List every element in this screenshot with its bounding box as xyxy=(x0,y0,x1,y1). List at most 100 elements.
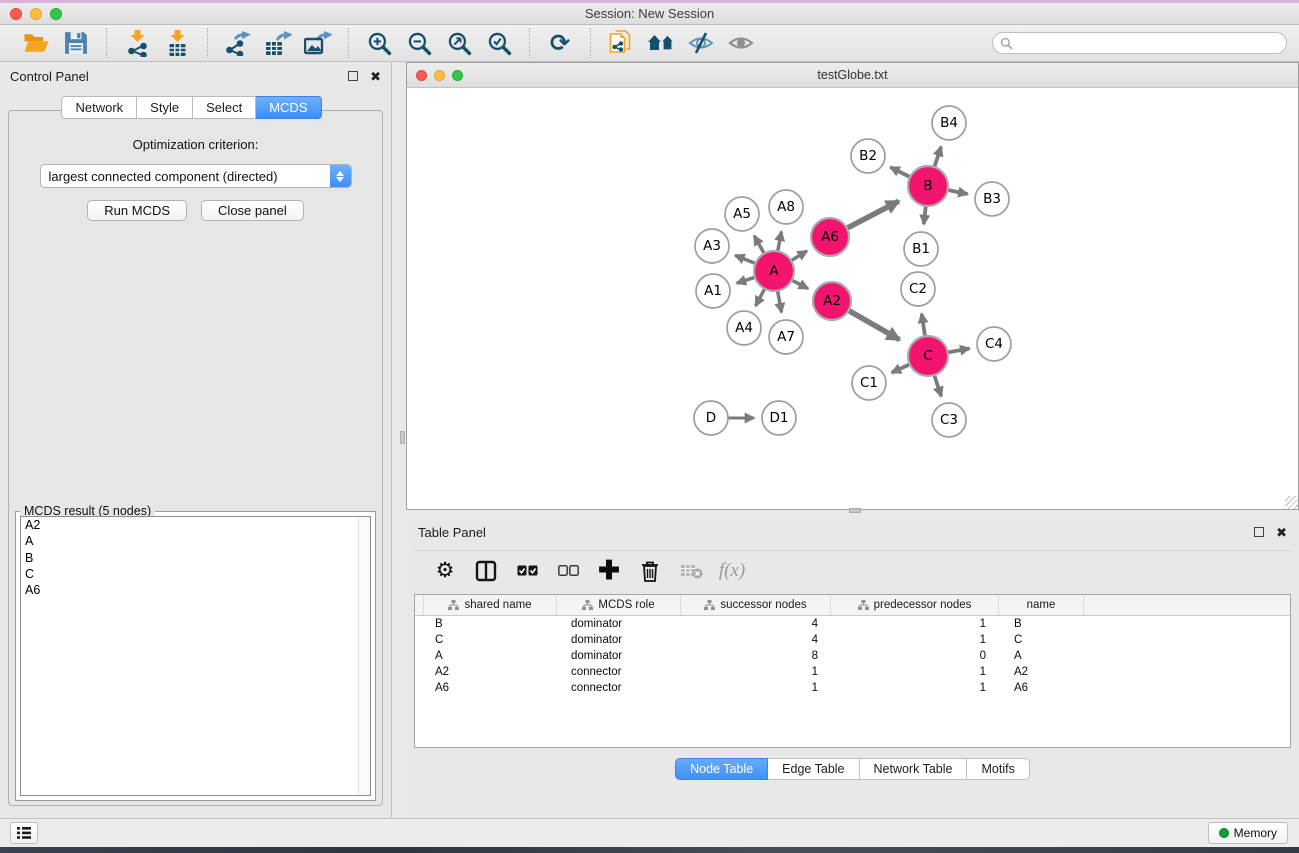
zoom-selected-icon[interactable] xyxy=(479,28,519,58)
edge-C-C2[interactable] xyxy=(922,314,926,337)
column-header-name[interactable]: name xyxy=(999,595,1084,615)
node-C1[interactable]: C1 xyxy=(852,366,886,400)
edge-C-C3[interactable] xyxy=(934,374,941,396)
node-D[interactable]: D xyxy=(694,401,728,435)
node-D1[interactable]: D1 xyxy=(762,401,796,435)
result-scrollbar[interactable] xyxy=(358,517,370,795)
mcds-result-list[interactable]: A2ABCA6 xyxy=(20,516,371,796)
column-header-MCDS-role[interactable]: MCDS role xyxy=(557,595,681,615)
mcds-result-item[interactable]: A xyxy=(21,533,370,549)
node-B3[interactable]: B3 xyxy=(975,182,1009,216)
search-input[interactable] xyxy=(1017,36,1286,50)
node-B4[interactable]: B4 xyxy=(932,106,966,140)
mcds-result-item[interactable]: B xyxy=(21,550,370,566)
tab-motifs[interactable]: Motifs xyxy=(967,758,1029,780)
zoom-fit-icon[interactable] xyxy=(439,28,479,58)
column-header-successor-nodes[interactable]: successor nodes xyxy=(681,595,831,615)
mcds-result-item[interactable]: A6 xyxy=(21,582,370,598)
edge-A-A5[interactable] xyxy=(754,236,764,255)
tab-edge-table[interactable]: Edge Table xyxy=(768,758,859,780)
table-row[interactable]: Adominator80A xyxy=(415,648,1290,664)
column-header-shared-name[interactable]: shared name xyxy=(424,595,557,615)
node-A7[interactable]: A7 xyxy=(769,320,803,354)
network-canvas[interactable]: B4 B2 B B3 A8 A5 A6 A3 B1 A C2 A1 A2 A4A7 C4 C C1 D D1 C3 xyxy=(407,88,1298,509)
node-B2[interactable]: B2 xyxy=(851,139,885,173)
select-all-icon[interactable] xyxy=(514,557,540,585)
import-table-icon[interactable] xyxy=(157,28,197,58)
horizontal-scroll-thumb[interactable] xyxy=(849,508,861,513)
node-A[interactable]: A xyxy=(754,251,794,291)
show-all-icon[interactable] xyxy=(721,28,761,58)
edge-C-C1[interactable] xyxy=(892,364,911,373)
table-row[interactable]: Cdominator41C xyxy=(415,632,1290,648)
first-neighbors-icon[interactable] xyxy=(641,28,681,58)
edge-A-A7[interactable] xyxy=(777,290,781,313)
close-panel-button[interactable]: Close panel xyxy=(201,200,304,221)
mcds-result-item[interactable]: C xyxy=(21,566,370,582)
column-header-predecessor-nodes[interactable]: predecessor nodes xyxy=(831,595,999,615)
node-C[interactable]: C xyxy=(908,336,948,376)
node-B[interactable]: B xyxy=(908,166,948,206)
node-A5[interactable]: A5 xyxy=(725,197,759,231)
edge-C-C4[interactable] xyxy=(947,348,970,352)
table-row[interactable]: Bdominator41B xyxy=(415,616,1290,632)
node-C4[interactable]: C4 xyxy=(977,327,1011,361)
hide-selected-icon[interactable] xyxy=(681,28,721,58)
edge-B-B1[interactable] xyxy=(924,205,926,224)
new-network-icon[interactable] xyxy=(601,28,641,58)
refresh-layout-icon[interactable]: ⟳ xyxy=(540,28,580,58)
export-image-icon[interactable] xyxy=(298,28,338,58)
edge-B-B3[interactable] xyxy=(947,190,968,194)
run-mcds-button[interactable]: Run MCDS xyxy=(87,200,187,221)
node-A3[interactable]: A3 xyxy=(695,229,729,263)
float-panel-icon[interactable] xyxy=(348,71,358,81)
settings-gear-icon[interactable]: ⚙ xyxy=(432,557,458,585)
node-C2[interactable]: C2 xyxy=(901,272,935,306)
add-column-icon[interactable]: ✚ xyxy=(596,557,622,585)
open-file-icon[interactable] xyxy=(16,28,56,58)
node-A8[interactable]: A8 xyxy=(769,190,803,224)
tab-node-table[interactable]: Node Table xyxy=(675,758,768,780)
table-row[interactable]: A6connector11A6 xyxy=(415,680,1290,696)
mcds-result-item[interactable]: A2 xyxy=(21,517,370,533)
tab-network[interactable]: Network xyxy=(61,96,137,119)
edge-B-B4[interactable] xyxy=(934,147,941,168)
criterion-dropdown[interactable]: largest connected component (directed) xyxy=(40,164,352,188)
edge-A2-C[interactable] xyxy=(848,310,900,340)
memory-button[interactable]: Memory xyxy=(1208,822,1288,844)
node-A2[interactable]: A2 xyxy=(813,282,851,320)
export-table-icon[interactable] xyxy=(258,28,298,58)
edge-A-A4[interactable] xyxy=(756,288,766,306)
edge-B-B2[interactable] xyxy=(890,167,911,177)
task-history-button[interactable] xyxy=(10,822,38,844)
zoom-in-icon[interactable] xyxy=(359,28,399,58)
tab-network-table[interactable]: Network Table xyxy=(860,758,968,780)
search-field[interactable] xyxy=(992,32,1287,54)
import-network-icon[interactable] xyxy=(117,28,157,58)
unselect-all-icon[interactable] xyxy=(555,557,581,585)
column-layout-icon[interactable] xyxy=(473,557,499,585)
edge-A-A1[interactable] xyxy=(737,277,756,283)
table-float-panel-icon[interactable] xyxy=(1254,527,1264,537)
save-session-icon[interactable] xyxy=(56,28,96,58)
tab-select[interactable]: Select xyxy=(193,96,256,119)
edge-A-A2[interactable] xyxy=(791,280,808,289)
edge-A6-B[interactable] xyxy=(846,201,899,228)
node-A4[interactable]: A4 xyxy=(727,311,761,345)
table-close-panel-icon[interactable]: ✖ xyxy=(1276,526,1287,539)
table-row[interactable]: A2connector11A2 xyxy=(415,664,1290,680)
resize-handle[interactable] xyxy=(1285,496,1298,509)
edge-A-A8[interactable] xyxy=(778,232,782,253)
edge-A-A3[interactable] xyxy=(735,255,756,264)
node-B1[interactable]: B1 xyxy=(904,232,938,266)
export-network-icon[interactable] xyxy=(218,28,258,58)
node-A1[interactable]: A1 xyxy=(696,274,730,308)
zoom-out-icon[interactable] xyxy=(399,28,439,58)
node-A6[interactable]: A6 xyxy=(811,218,849,256)
edge-A-A6[interactable] xyxy=(790,251,807,261)
delete-column-icon[interactable] xyxy=(637,557,663,585)
node-C3[interactable]: C3 xyxy=(932,403,966,437)
panel-splitter-handle[interactable] xyxy=(400,431,405,444)
tab-mcds[interactable]: MCDS xyxy=(256,96,321,119)
close-panel-icon[interactable]: ✖ xyxy=(370,70,381,83)
